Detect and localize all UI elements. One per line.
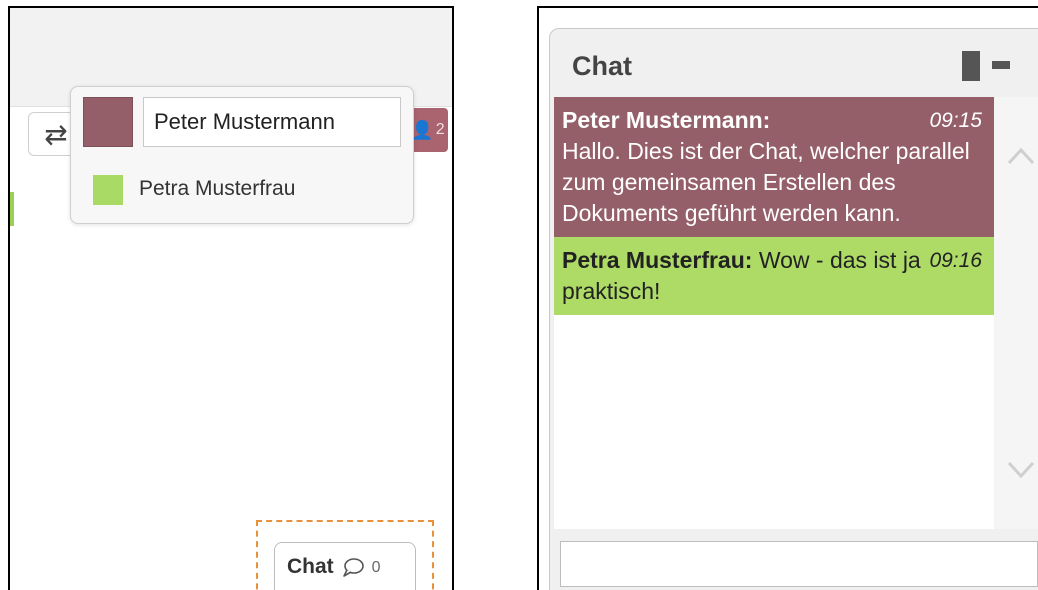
- users-count: 2: [435, 121, 445, 138]
- chevron-down-icon[interactable]: [1006, 459, 1036, 481]
- other-user-name: Petra Musterfrau: [139, 177, 296, 200]
- chat-button-label: Chat: [287, 555, 334, 578]
- speech-bubble-icon: [342, 558, 364, 577]
- chevron-up-icon[interactable]: [1006, 145, 1036, 167]
- message-time: 09:16: [929, 249, 982, 272]
- message-author: Petra Musterfrau:: [562, 247, 753, 273]
- chat-message: 09:16 Petra Musterfrau: Wow - das ist ja…: [554, 237, 994, 315]
- message-time: 09:15: [929, 109, 982, 132]
- open-chat-button[interactable]: Chat 0: [274, 542, 416, 590]
- chat-message: 09:15 Peter Mustermann: Hallo. Dies ist …: [554, 97, 994, 237]
- users-button[interactable]: 👤 2: [408, 108, 448, 152]
- chat-scrollbar[interactable]: [994, 97, 1038, 529]
- message-author: Peter Mustermann:: [562, 107, 771, 133]
- swap-arrows-icon: ⇄: [44, 118, 68, 150]
- message-text: Hallo. Dies ist der Chat, welcher parall…: [562, 138, 970, 226]
- own-color-picker[interactable]: [83, 97, 133, 147]
- chat-title: Chat: [572, 51, 632, 81]
- other-user-color: [93, 175, 123, 205]
- users-popup: Petra Musterfrau: [70, 86, 414, 224]
- chat-window: Chat 09:15 Peter Mustermann: Hallo. Dies…: [549, 28, 1038, 590]
- chat-unread-count: 0: [371, 559, 381, 576]
- username-input[interactable]: [143, 97, 401, 147]
- chat-message-list: 09:15 Peter Mustermann: Hallo. Dies ist …: [554, 97, 994, 529]
- stick-icon[interactable]: [962, 51, 980, 81]
- author-color-marker: [10, 192, 14, 226]
- chat-input-area: [550, 529, 1038, 590]
- chat-panel: Chat 09:15 Peter Mustermann: Hallo. Dies…: [537, 6, 1038, 590]
- users-icon: 👤: [411, 119, 434, 140]
- minimize-icon[interactable]: [992, 61, 1010, 69]
- editor-panel: ⇄ 👤 2 Petra Musterfrau Chat 0: [8, 6, 454, 590]
- chat-message-input[interactable]: [560, 541, 1038, 587]
